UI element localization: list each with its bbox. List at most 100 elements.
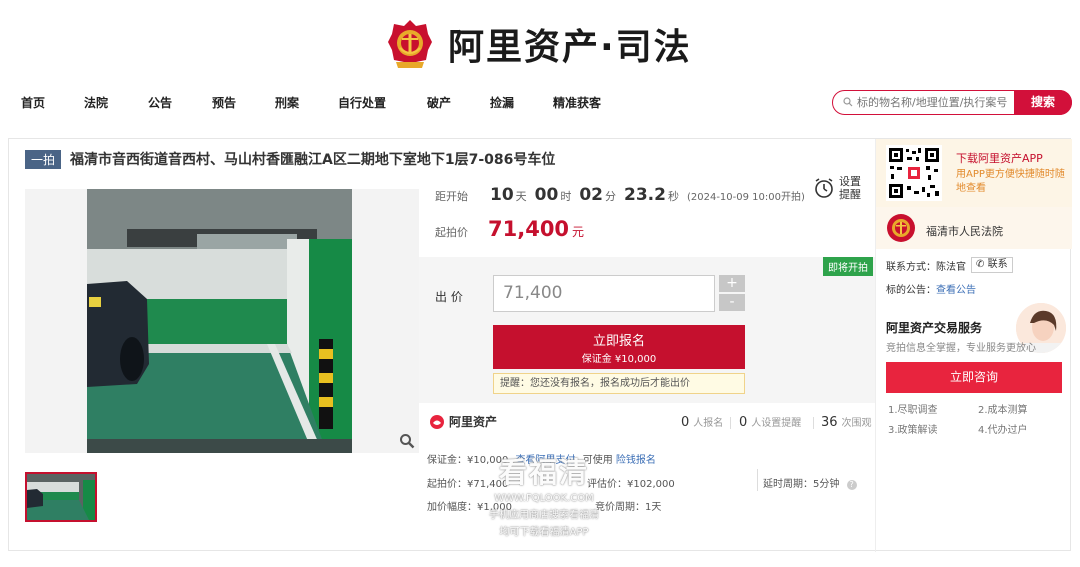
start-price-value: 71,400 (488, 217, 570, 241)
detail-divider (757, 469, 758, 491)
decrease-bid-button[interactable]: - (719, 294, 745, 311)
period-value: 1天 (645, 502, 662, 513)
bid-amount-input[interactable]: 71,400 (493, 275, 715, 312)
view-stat: 36 次围观 (821, 414, 872, 430)
start-value: ¥71,400 (467, 479, 509, 490)
ali-assets-icon (430, 414, 444, 429)
signup-count-text: 人报名 (693, 418, 724, 429)
start-label: 起拍价： (427, 479, 467, 490)
item-photo-viewer[interactable] (25, 189, 419, 453)
app-download-title: 下载阿里资产APP (956, 152, 1043, 165)
increment-value: ¥1,000 (477, 502, 512, 513)
phone-icon: ✆ (976, 259, 985, 270)
service-link-cost-estimate[interactable]: 2.成本测算 (978, 401, 1028, 416)
delay-value: 5分钟 (813, 479, 840, 490)
header: 阿里资产·司法 (0, 0, 1080, 84)
thumbnail-image (27, 474, 95, 520)
nav-item-self-disposal[interactable]: 自行处置 (338, 94, 386, 111)
signup-hint: 提醒：您还没有报名，报名成功后才能出价 (493, 373, 745, 394)
countdown-seconds-unit: 秒 (667, 190, 679, 203)
nav-item-criminal[interactable]: 刑案 (275, 94, 299, 111)
countdown-hours-unit: 时 (560, 190, 572, 203)
start-price-label: 起拍价 (435, 226, 468, 239)
countdown-label: 距开始 (435, 190, 468, 203)
status-badge: 即将开拍 (823, 257, 873, 276)
notice-label: 标的公告： (886, 285, 936, 296)
start-price: 起拍价 71,400 元 (435, 217, 584, 241)
title-row: 一拍 福清市音西街道音西村、马山村香匯融江A区二期地下室地下1层7-086号车位 (25, 149, 555, 169)
nav-item-home[interactable]: 首页 (21, 94, 45, 111)
start-date: (2024-10-09 10:00开拍) (686, 192, 805, 203)
nav-item-precise-leads[interactable]: 精准获客 (553, 94, 601, 111)
deposit-label: 保证金： (427, 455, 467, 466)
photo-thumbnail[interactable] (25, 472, 97, 522)
remind-stat: 0 人设置提醒 (739, 414, 801, 430)
service-subtitle: 竞拍信息全掌握，专业服务更放心 (886, 343, 1036, 354)
countdown-days-unit: 天 (515, 190, 527, 203)
alipay-link[interactable]: 查看阿里支付 (516, 455, 576, 466)
brand-name: 阿里资产·司法 (448, 27, 692, 68)
countdown-minutes: 02 (579, 185, 604, 205)
auction-round-tag: 一拍 (25, 149, 62, 169)
signup-label: 立即报名 (592, 334, 645, 349)
start-price-info: 起拍价：¥71,400 (427, 475, 508, 490)
contact-row: 联系方式： 陈法官 ✆ 联系 (886, 257, 1013, 273)
nav-item-bargain[interactable]: 捡漏 (490, 94, 514, 111)
view-notice-link[interactable]: 查看公告 (936, 285, 976, 296)
ali-assets-logo: 阿里资产 (429, 413, 497, 430)
nav-item-court[interactable]: 法院 (84, 94, 108, 111)
alarm-clock-icon (815, 178, 833, 198)
help-icon[interactable]: ? (846, 480, 857, 490)
countdown-days: 10 (490, 185, 514, 205)
set-reminder-button[interactable]: 设置 提醒 (813, 175, 861, 201)
contact-button[interactable]: ✆ 联系 (971, 257, 1013, 273)
nav-item-notice[interactable]: 公告 (148, 94, 172, 111)
parking-space-image (87, 189, 352, 453)
view-count-text: 次围观 (841, 418, 872, 429)
service-box: 阿里资产交易服务 竞拍信息全掌握，专业服务更放心 (876, 301, 1072, 359)
service-link-transfer[interactable]: 4.代办过户 (978, 421, 1028, 436)
search-input[interactable] (857, 94, 1015, 111)
contact-button-label: 联系 (987, 259, 1008, 270)
court-emblem-icon (388, 20, 432, 68)
signup-stat: 0 人报名 (681, 414, 723, 430)
court-emblem-icon (887, 214, 915, 242)
consult-button[interactable]: 立即咨询 (886, 362, 1062, 393)
nav-item-preview[interactable]: 预告 (212, 94, 236, 111)
stat-divider (813, 417, 814, 429)
court-box[interactable]: 福清市人民法院 (876, 207, 1072, 249)
period-label: 竞价周期： (595, 502, 645, 513)
remind-line1: 设置 (839, 175, 861, 188)
view-count: 36 (821, 415, 838, 430)
app-download-box[interactable]: 下载阿里资产APP 用APP更方便快捷随时随地查看 (876, 139, 1072, 207)
court-name: 福清市人民法院 (926, 225, 1003, 238)
qr-code-icon (886, 145, 942, 201)
zoom-icon[interactable] (399, 433, 415, 449)
search-button[interactable]: 搜索 (1014, 90, 1072, 115)
countdown-hours: 00 (534, 185, 559, 205)
bid-label: 出 价 (435, 290, 463, 304)
countdown-seconds: 23.2 (624, 185, 666, 205)
item-photo (87, 189, 352, 453)
stats-row: 阿里资产 0 人报名 0 人设置提醒 36 次围观 (427, 411, 875, 435)
sidebar: 下载阿里资产APP 用APP更方便快捷随时随地查看 福清市人民法院 联系方式： … (875, 139, 1072, 552)
service-link-policy[interactable]: 3.政策解读 (888, 421, 938, 436)
signup-count: 0 (681, 415, 690, 430)
remind-count-text: 人设置提醒 (751, 418, 802, 429)
increase-bid-button[interactable]: + (719, 275, 745, 292)
stat-divider (730, 417, 731, 429)
remind-count: 0 (739, 415, 748, 430)
deposit-link[interactable]: 险钱报名 (616, 455, 656, 466)
signup-button[interactable]: 立即报名 保证金 ¥10,000 (493, 325, 745, 369)
increment-info: 加价幅度：¥1,000 (427, 498, 512, 513)
contact-name: 陈法官 (936, 261, 966, 273)
nav-item-bankruptcy[interactable]: 破产 (427, 94, 451, 111)
countdown-minutes-unit: 分 (605, 190, 617, 203)
ali-assets-name: 阿里资产 (449, 415, 498, 429)
service-link-due-diligence[interactable]: 1.尽职调查 (888, 401, 938, 416)
eval-price-info: 评估价：¥102,000 (587, 475, 675, 490)
notice-row: 标的公告：查看公告 (886, 281, 976, 296)
contact-label: 联系方式： (886, 261, 936, 273)
deposit-info: 保证金：¥10,000 查看阿里支付 可使用 险钱报名 (427, 451, 656, 466)
site-logo[interactable]: 阿里资产·司法 (386, 18, 692, 70)
